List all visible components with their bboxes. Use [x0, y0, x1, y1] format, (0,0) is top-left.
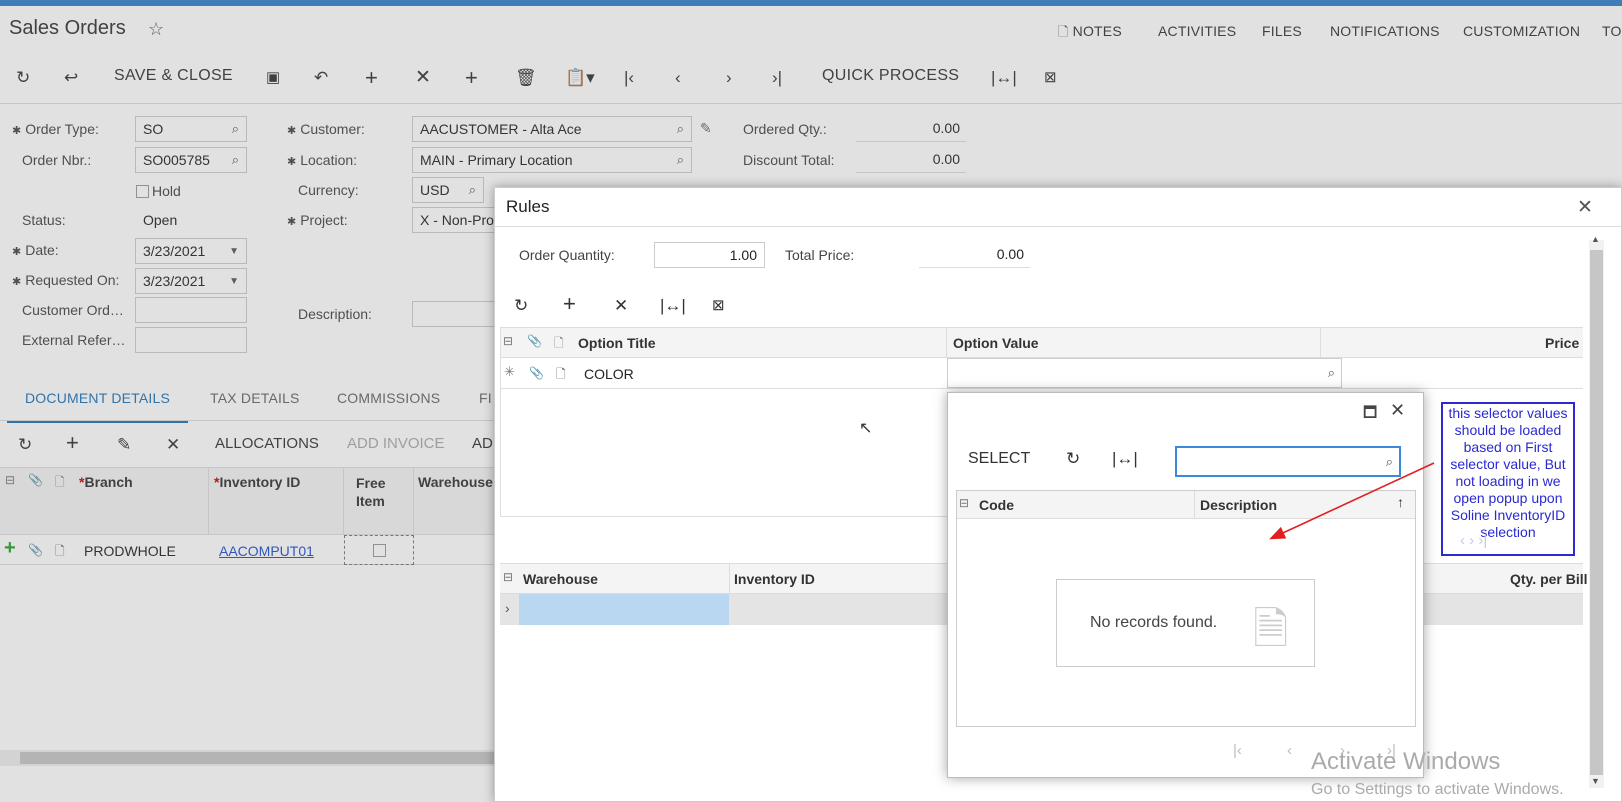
option-value-selector[interactable]: ⌕ [947, 358, 1342, 388]
rules-delete-icon[interactable]: ✕ [614, 294, 628, 318]
column-option-value[interactable]: Option Value [953, 335, 1039, 351]
rules-attachment-icon: 📎 [527, 334, 542, 348]
grid-border [500, 327, 501, 517]
new-row-asterisk-icon: ✳ [504, 364, 515, 379]
col-separator [946, 327, 947, 358]
activate-windows-subtext: Go to Settings to activate Windows. [1311, 781, 1564, 798]
dialog-title: Rules [506, 197, 550, 216]
annotation-arrow [1269, 462, 1435, 540]
search-icon: ⌕ [1327, 365, 1335, 380]
selector-refresh-icon[interactable]: ↻ [1066, 447, 1080, 471]
column-qty-per-bill[interactable]: Qty. per Bill [1510, 571, 1588, 587]
rules-grid-settings-icon[interactable]: ⊟ [503, 334, 513, 348]
mouse-cursor-icon: ↖ [859, 420, 873, 437]
column-price[interactable]: Price [1545, 335, 1579, 351]
dialog-close-icon[interactable]: ✕ [1577, 196, 1593, 219]
order-quantity-field[interactable]: 1.00 [654, 242, 765, 268]
rules-note-icon: 🗋 [554, 336, 564, 350]
total-price-label: Total Price: [785, 247, 855, 263]
col-separator [1320, 327, 1321, 358]
rules-export-icon[interactable]: ⊠ [712, 294, 725, 318]
column-warehouse-lower[interactable]: Warehouse [523, 571, 598, 587]
row-attachment-icon[interactable]: 📎 [529, 366, 544, 380]
empty-document-icon: 🗎 [1253, 605, 1289, 654]
activate-windows-watermark: Activate Windows [1311, 748, 1501, 775]
selector-close-icon[interactable]: ✕ [1390, 400, 1405, 421]
dialog-vertical-scrollbar[interactable] [1589, 240, 1604, 788]
order-quantity-label: Order Quantity: [519, 247, 615, 263]
rules-grid-header [500, 327, 1583, 358]
no-records-text: No records found. [1090, 614, 1218, 631]
row-expand-icon[interactable]: › [505, 600, 510, 616]
dialog-header-divider [494, 226, 1622, 227]
rules-refresh-icon[interactable]: ↻ [514, 294, 528, 318]
grid-bottom-border [500, 516, 950, 517]
rules-fit-columns-icon[interactable]: |↔| [660, 294, 686, 318]
rules-add-icon[interactable]: + [563, 292, 576, 316]
select-button[interactable]: SELECT [968, 450, 1030, 468]
annotation-behind-pager-icon: ‹ › ›| [1460, 532, 1488, 549]
scroll-down-icon[interactable]: ▼ [1591, 776, 1600, 786]
lower-grid-settings-icon[interactable]: ⊟ [503, 570, 513, 584]
selector-fit-columns-icon[interactable]: |↔| [1112, 447, 1138, 471]
column-inventory-id-lower[interactable]: Inventory ID [734, 571, 815, 587]
selector-first-page-icon[interactable]: |‹ [1233, 742, 1242, 759]
column-option-title[interactable]: Option Title [578, 335, 656, 351]
scroll-up-icon[interactable]: ▲ [1591, 234, 1600, 244]
selected-cell[interactable] [519, 594, 729, 625]
total-price-value: 0.00 [919, 242, 1030, 268]
maximize-icon[interactable]: 🗖 [1363, 402, 1377, 427]
selector-prev-page-icon[interactable]: ‹ [1287, 742, 1292, 759]
row-option-title: COLOR [584, 366, 634, 382]
row-note-icon[interactable]: 🗋 [556, 365, 566, 386]
col-separator [729, 563, 730, 594]
